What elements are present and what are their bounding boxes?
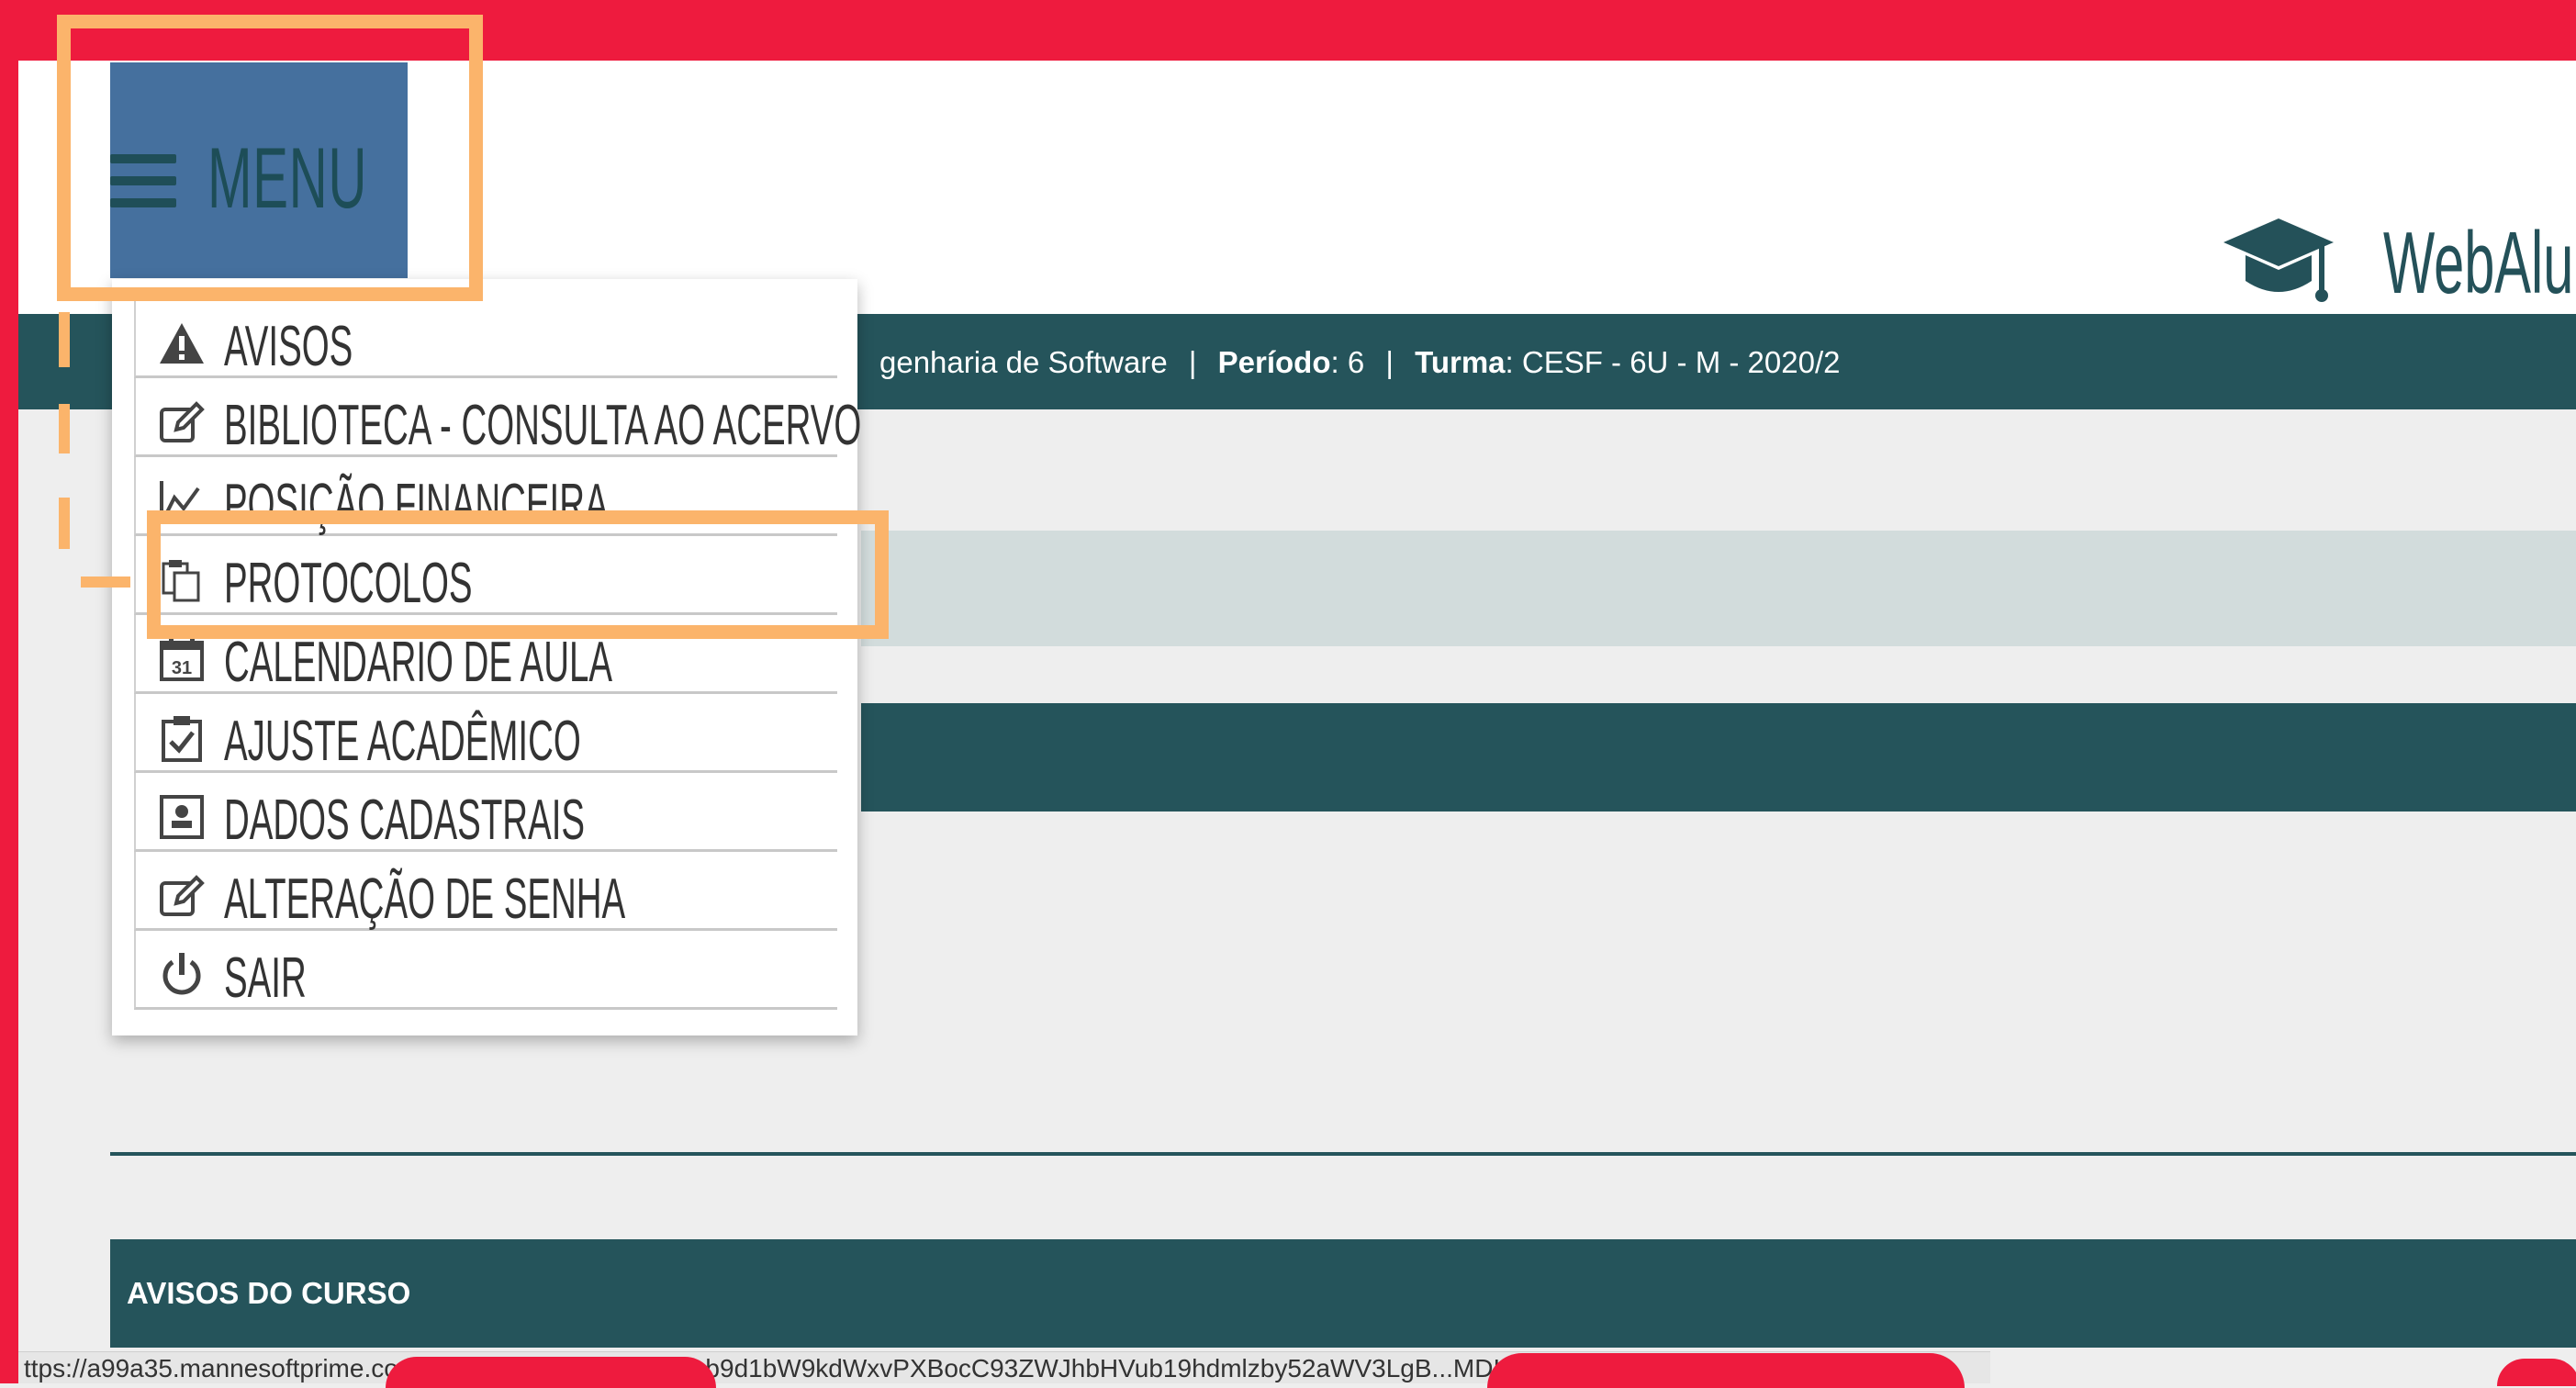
warning-icon (160, 323, 204, 364)
annotation-highlight-protocolos (147, 510, 889, 639)
annotation-connector (59, 312, 70, 367)
turma-label: Turma (1415, 345, 1506, 379)
power-icon (162, 953, 201, 995)
annotation-connector (81, 576, 130, 588)
annotation-connector (59, 498, 70, 549)
menu-item-label: CALENDÁRIO DE AULA (224, 631, 612, 694)
periodo-value: : 6 (1330, 345, 1365, 379)
menu-item-dados-cadastrais[interactable]: DADOS CADASTRAIS (134, 773, 837, 852)
annotation-highlight-menu (57, 15, 483, 301)
calendar-icon: 31 (160, 637, 204, 681)
menu-item-label: ALTERAÇÃO DE SENHA (224, 868, 626, 931)
id-card-icon (160, 795, 204, 839)
section-divider (110, 1152, 2576, 1156)
periodo-label: Período (1217, 345, 1331, 379)
avisos-section-header: AVISOS DO CURSO (110, 1239, 2576, 1348)
main-menu-dropdown: AVISOS BIBLIOTECA - CONSULTA AO ACERVO P… (112, 279, 861, 1035)
menu-item-biblioteca[interactable]: BIBLIOTECA - CONSULTA AO ACERVO (134, 378, 861, 457)
svg-text:31: 31 (172, 658, 192, 678)
menu-item-label: AVISOS (224, 315, 353, 378)
menu-item-label: SAIR (224, 946, 307, 1010)
brand-title: WebAlu (2383, 214, 2574, 312)
edit-icon (160, 401, 205, 442)
edit-icon (160, 875, 205, 916)
content-band-dark (861, 703, 2576, 812)
course-name: genharia de Software (879, 345, 1168, 379)
annotation-scribble (2497, 1359, 2576, 1386)
menu-item-label: DADOS CADASTRAIS (224, 789, 586, 852)
graduation-cap-icon (2223, 218, 2334, 302)
menu-item-avisos[interactable]: AVISOS (134, 299, 837, 378)
menu-item-label: AJUSTE ACADÊMICO (224, 710, 581, 773)
annotation-connector (59, 404, 70, 453)
menu-item-alteracao-senha[interactable]: ALTERAÇÃO DE SENHA (134, 852, 837, 931)
menu-item-sair[interactable]: SAIR (134, 931, 837, 1010)
avisos-section-title: AVISOS DO CURSO (127, 1276, 411, 1310)
turma-value: : CESF - 6U - M - 2020/2 (1505, 345, 1841, 379)
annotation-frame-left (0, 0, 18, 1383)
content-band-light (861, 531, 2576, 646)
menu-item-ajuste-academico[interactable]: AJUSTE ACADÊMICO (134, 694, 837, 773)
menu-item-label: BIBLIOTECA - CONSULTA AO ACERVO (224, 394, 862, 457)
clipboard-check-icon (162, 716, 202, 762)
student-info-text: genharia de Software | Período: 6 | Turm… (879, 345, 1841, 379)
annotation-scribble (1487, 1353, 1965, 1388)
